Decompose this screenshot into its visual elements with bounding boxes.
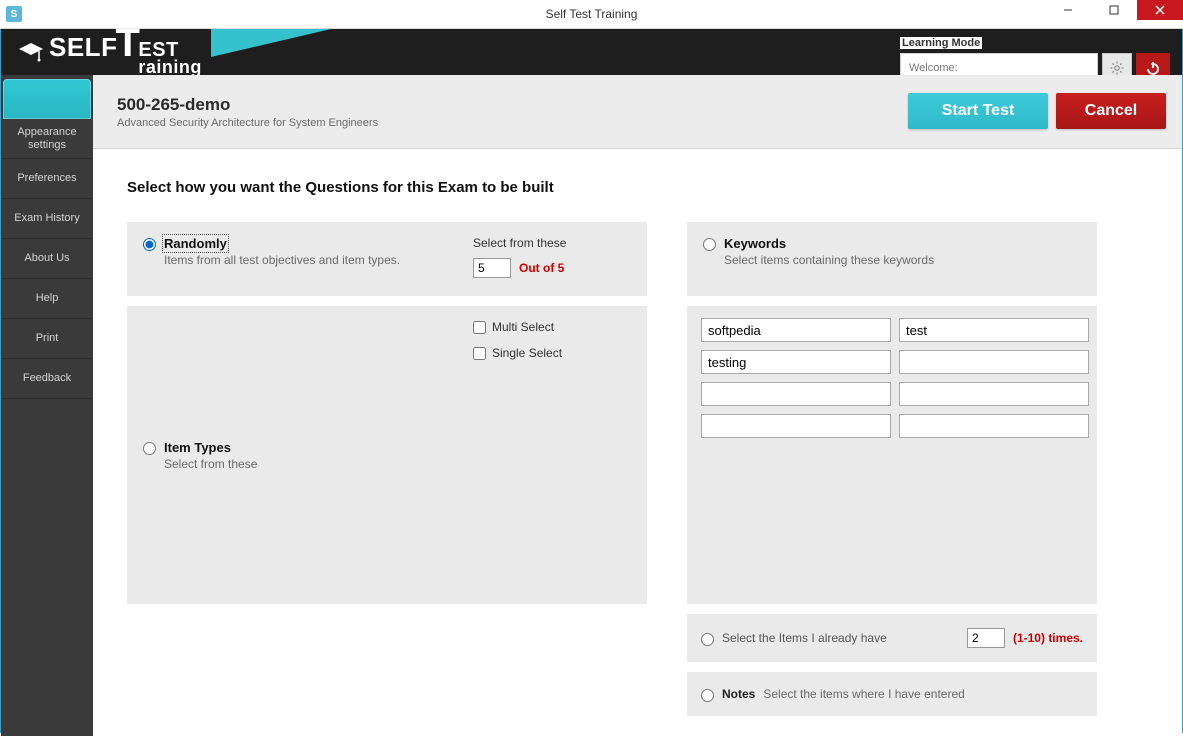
keyword-input-6[interactable]: [899, 382, 1089, 406]
sidebar-item-feedback[interactable]: Feedback: [1, 359, 93, 399]
section-heading: Select how you want the Questions for th…: [127, 179, 1152, 196]
single-select-label: Single Select: [492, 346, 562, 360]
cancel-button[interactable]: Cancel: [1056, 93, 1166, 129]
option-item-types: Item Types Select from these: [127, 306, 457, 604]
titlebar: S Self Test Training: [0, 0, 1183, 29]
keyword-input-3[interactable]: [701, 350, 891, 374]
multi-select-label: Multi Select: [492, 320, 554, 334]
notes-label: Notes: [722, 687, 755, 701]
sidebar-item-exam-history[interactable]: Exam History: [1, 199, 93, 239]
start-test-button[interactable]: Start Test: [908, 93, 1048, 129]
already-have-label: Select the Items I already have: [722, 631, 887, 645]
out-of-label: Out of 5: [519, 261, 564, 275]
radio-notes[interactable]: [701, 689, 714, 702]
sidebar-item-print[interactable]: Print: [1, 319, 93, 359]
power-icon: [1145, 60, 1161, 76]
keyword-input-8[interactable]: [899, 414, 1089, 438]
already-have-suffix: (1-10) times.: [1013, 631, 1083, 645]
exam-title: 500-265-demo: [117, 95, 378, 115]
app-header: SELFTESTraining Learning Mode Welcome:: [1, 29, 1182, 75]
select-from-label: Select from these: [473, 236, 631, 250]
keyword-input-2[interactable]: [899, 318, 1089, 342]
check-multi-select[interactable]: [473, 321, 486, 334]
radio-randomly[interactable]: [143, 238, 156, 251]
sidebar-item-help[interactable]: Help: [1, 279, 93, 319]
learning-mode-label: Learning Mode: [900, 37, 982, 49]
sidebar-item-preferences[interactable]: Preferences: [1, 159, 93, 199]
radio-already-have[interactable]: [701, 633, 714, 646]
option-keywords: Keywords Select items containing these k…: [687, 222, 1097, 296]
randomly-sub: Items from all test objectives and item …: [164, 253, 400, 267]
item-types-checks: Multi Select Single Select: [457, 306, 647, 604]
logo: SELFTESTraining: [17, 29, 202, 75]
keyword-input-7[interactable]: [701, 414, 891, 438]
keyword-input-1[interactable]: [701, 318, 891, 342]
window-title: Self Test Training: [0, 7, 1183, 21]
option-notes: Notes Select the items where I have ente…: [687, 672, 1097, 716]
randomly-label: Randomly: [164, 236, 227, 251]
option-already-have: Select the Items I already have (1-10) t…: [687, 614, 1097, 662]
sidebar-item-about[interactable]: About Us: [1, 239, 93, 279]
content-header: 500-265-demo Advanced Security Architect…: [93, 75, 1182, 149]
item-types-label: Item Types: [164, 440, 231, 455]
keyword-input-5[interactable]: [701, 382, 891, 406]
maximize-button[interactable]: [1091, 0, 1137, 20]
check-single-select[interactable]: [473, 347, 486, 360]
radio-item-types[interactable]: [143, 442, 156, 455]
content: 500-265-demo Advanced Security Architect…: [93, 75, 1182, 736]
keywords-label: Keywords: [724, 236, 786, 251]
select-from-input[interactable]: [473, 258, 511, 278]
app-icon: S: [0, 0, 28, 29]
minimize-button[interactable]: [1045, 0, 1091, 20]
exam-subtitle: Advanced Security Architecture for Syste…: [117, 117, 378, 129]
gear-icon: [1109, 60, 1125, 76]
keywords-sub: Select items containing these keywords: [724, 253, 934, 267]
option-randomly: Randomly Items from all test objectives …: [127, 222, 457, 296]
radio-keywords[interactable]: [703, 238, 716, 251]
close-button[interactable]: [1137, 0, 1183, 20]
sidebar-item-active[interactable]: [3, 79, 91, 119]
keyword-input-4[interactable]: [899, 350, 1089, 374]
keywords-inputs: [687, 306, 1097, 604]
sidebar-item-appearance[interactable]: Appearance settings: [1, 119, 93, 159]
notes-sub: Select the items where I have entered: [763, 687, 964, 701]
already-have-input[interactable]: [967, 628, 1005, 648]
select-from-card: Select from these Out of 5: [457, 222, 647, 296]
sidebar: Appearance settings Preferences Exam His…: [1, 75, 93, 736]
item-types-sub: Select from these: [164, 457, 257, 471]
